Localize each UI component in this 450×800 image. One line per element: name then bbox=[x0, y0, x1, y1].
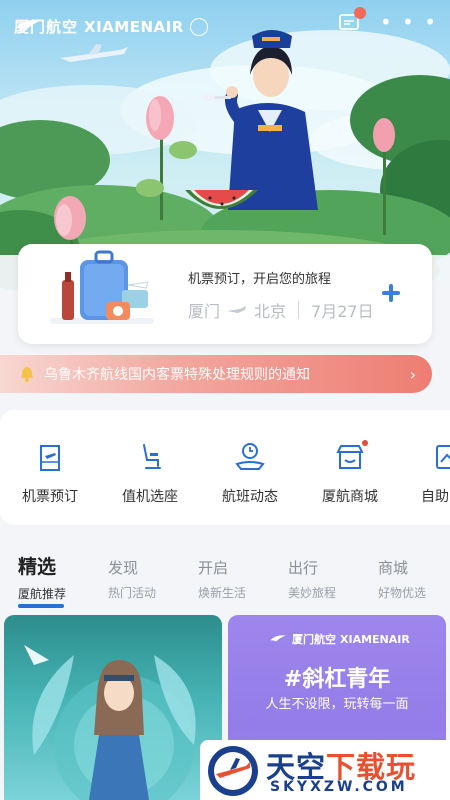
flight-status-icon bbox=[235, 443, 265, 470]
site-watermark: 天空下载玩 SKYXZW.COM bbox=[200, 740, 450, 800]
tab-subtitle: 热门活动 bbox=[108, 586, 157, 600]
booking-form[interactable]: 机票预订，开启您的旅程 厦门 北京 7月27日 bbox=[174, 258, 400, 328]
quicknav-label: 自助 bbox=[421, 489, 449, 505]
luggage-illustration bbox=[50, 250, 154, 324]
notice-text: 乌鲁木齐航线国内客票特殊处理规则的通知 bbox=[44, 367, 310, 383]
top-bar: 厦门航空 XIAMENAIR • • • bbox=[0, 0, 450, 56]
add-trip-plus-icon[interactable] bbox=[380, 282, 402, 304]
tab-subtitle: 好物优选 bbox=[378, 586, 427, 600]
content-tabs: 精选 厦航推荐 发现 热门活动 开启 焕新生活 出行 美妙旅程 商城 好物优选 bbox=[0, 540, 450, 615]
message-icon[interactable] bbox=[338, 7, 366, 33]
route-plane-icon bbox=[227, 306, 247, 313]
watermark-logo-icon bbox=[208, 746, 258, 796]
departure-city[interactable]: 厦门 bbox=[188, 298, 220, 322]
quicknav-label: 机票预订 bbox=[22, 489, 78, 505]
tab-subtitle: 厦航推荐 bbox=[18, 587, 67, 601]
egret-logo-icon bbox=[270, 635, 286, 642]
quicknav-label: 值机选座 bbox=[122, 489, 178, 505]
tab-title: 商城 bbox=[378, 559, 409, 577]
quicknav-ticket-booking[interactable]: 机票预订 bbox=[10, 440, 90, 506]
notice-bar[interactable]: 乌鲁木齐航线国内客票特殊处理规则的通知 › bbox=[0, 355, 432, 393]
tab-subtitle: 美妙旅程 bbox=[288, 586, 337, 600]
quicknav-flight-status[interactable]: 航班动态 bbox=[210, 440, 290, 506]
tab-title: 开启 bbox=[198, 559, 229, 577]
tab-discover[interactable]: 发现 热门活动 bbox=[108, 557, 156, 601]
chevron-right-icon: › bbox=[409, 365, 416, 384]
promo-logo-en: XIAMENAIR bbox=[340, 632, 410, 646]
tab-title: 出行 bbox=[288, 559, 319, 577]
egret-logo-icon bbox=[16, 19, 42, 30]
promo-hashtag: #斜杠青年 bbox=[283, 667, 391, 692]
tab-mall[interactable]: 商城 好物优选 bbox=[378, 557, 426, 601]
quicknav-label: 厦航商城 bbox=[322, 489, 378, 505]
logo-seal-icon bbox=[189, 17, 208, 36]
notification-dot bbox=[353, 7, 366, 19]
tab-title: 发现 bbox=[108, 559, 139, 577]
ticket-icon bbox=[40, 445, 60, 471]
quicknav-shop[interactable]: 厦航商城 bbox=[310, 440, 390, 506]
booking-route[interactable]: 厦门 北京 7月27日 bbox=[188, 298, 374, 322]
tab-subtitle: 焕新生活 bbox=[198, 586, 247, 600]
quicknav-checkin-seat[interactable]: 值机选座 bbox=[110, 440, 190, 506]
promo-card-left[interactable] bbox=[4, 615, 222, 800]
tab-title: 精选 bbox=[18, 556, 57, 578]
more-icon[interactable]: • • • bbox=[380, 10, 438, 34]
quicknav-label: 航班动态 bbox=[222, 489, 278, 505]
self-service-icon bbox=[436, 445, 450, 469]
tab-active-indicator bbox=[18, 604, 64, 608]
new-badge-dot bbox=[362, 440, 368, 446]
quicknav-self-service[interactable]: 自助 bbox=[405, 440, 450, 506]
xiamenair-logo: 厦门航空 XIAMENAIR bbox=[14, 16, 208, 37]
departure-date[interactable]: 7月27日 bbox=[311, 298, 374, 322]
watermark-url: SKYXZW.COM bbox=[270, 779, 408, 795]
tab-open[interactable]: 开启 焕新生活 bbox=[198, 557, 246, 601]
bell-icon bbox=[21, 367, 33, 382]
route-divider bbox=[298, 301, 300, 319]
booking-title: 机票预订，开启您的旅程 bbox=[188, 272, 332, 287]
booking-card[interactable]: 机票预订，开启您的旅程 厦门 北京 7月27日 bbox=[18, 244, 432, 344]
tab-travel[interactable]: 出行 美妙旅程 bbox=[288, 557, 336, 601]
tab-selected[interactable]: 精选 厦航推荐 bbox=[18, 552, 66, 602]
promo-logo-cn: 厦门航空 bbox=[292, 633, 336, 646]
promo-logo: 厦门航空 XIAMENAIR bbox=[268, 631, 410, 647]
promo-slogan: 人生不设限，玩转每一面 bbox=[265, 697, 409, 712]
quick-nav: 机票预订 值机选座 航班动态 厦航商城 自助 bbox=[0, 410, 450, 525]
top-actions: • • • bbox=[338, 7, 438, 34]
seat-icon bbox=[143, 444, 161, 469]
arrival-city[interactable]: 北京 bbox=[254, 298, 286, 322]
logo-english-text: XIAMENAIR bbox=[84, 17, 184, 36]
promo-illustration bbox=[24, 645, 196, 800]
